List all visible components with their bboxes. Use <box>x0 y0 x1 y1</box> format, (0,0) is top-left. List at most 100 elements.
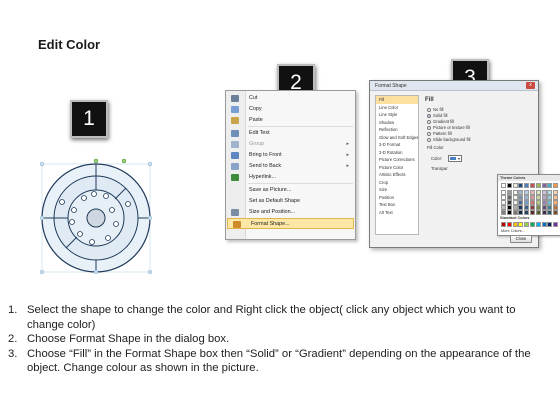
radio-dot-icon <box>427 107 431 112</box>
standard-color-swatch[interactable] <box>524 222 530 227</box>
category-line-color[interactable]: Line Color <box>376 104 418 112</box>
standard-color-swatch[interactable] <box>541 222 547 227</box>
standard-color-swatch[interactable] <box>518 222 524 227</box>
bring-front-icon <box>231 152 239 159</box>
circular-diagram[interactable] <box>36 158 156 278</box>
menu-item-set-as-default-shape[interactable]: Set as Default Shape <box>226 196 355 207</box>
close-icon[interactable]: x <box>526 82 535 89</box>
theme-colors-label: Theme Colors <box>498 175 560 181</box>
category-artistic-effects[interactable]: Artistic Effects <box>376 171 418 179</box>
radio-solid-fill[interactable]: Solid fill <box>427 113 447 118</box>
theme-color-swatch[interactable] <box>501 183 506 188</box>
instruction-text: Choose Format Shape in the dialog box. <box>27 333 230 345</box>
pane-title: Fill <box>425 97 434 103</box>
category-alt-text[interactable]: Alt Text <box>376 209 418 217</box>
radio-label: Picture or texture fill <box>433 125 471 130</box>
menu-item-label: Set as Default Shape <box>249 198 300 204</box>
category-shadow[interactable]: Shadow <box>376 119 418 127</box>
globe-icon <box>231 174 239 181</box>
menu-item-label: Hyperlink... <box>249 174 276 180</box>
category-line-style[interactable]: Line Style <box>376 111 418 119</box>
radio-gradient-fill[interactable]: Gradient fill <box>427 119 454 124</box>
menu-item-copy[interactable]: Copy <box>226 104 355 115</box>
theme-color-swatch[interactable] <box>518 183 524 188</box>
radio-label: Slide background fill <box>433 137 471 142</box>
category-3-d-rotation[interactable]: 3-D Rotation <box>376 149 418 157</box>
chevron-right-icon: ▸ <box>346 141 349 147</box>
instruction-list: 1. Select the shape to change the color a… <box>8 303 553 376</box>
category-glow-and-soft-edges[interactable]: Glow and Soft Edges <box>376 134 418 142</box>
menu-item-save-as-picture[interactable]: Save as Picture... <box>226 185 355 196</box>
standard-colors-label: Standard Colors <box>500 216 530 220</box>
paste-icon <box>231 117 239 124</box>
standard-color-swatch[interactable] <box>553 222 559 227</box>
menu-item-label: Copy <box>249 106 262 112</box>
category-picture-color[interactable]: Picture Color <box>376 164 418 172</box>
menu-item-label: Size and Position... <box>249 209 296 215</box>
theme-color-swatch[interactable] <box>530 183 535 188</box>
category-crop[interactable]: Crop <box>376 179 418 187</box>
standard-color-swatch[interactable] <box>506 222 512 227</box>
chevron-down-icon: ▾ <box>457 156 460 161</box>
theme-color-swatch[interactable] <box>506 183 512 188</box>
center-circle[interactable] <box>86 208 106 228</box>
radio-label: Gradient fill <box>433 119 455 124</box>
menu-item-edit-text[interactable]: Edit Text <box>226 128 355 139</box>
radio-no-fill[interactable]: No fill <box>427 107 443 112</box>
category-picture-corrections[interactable]: Picture Corrections <box>376 156 418 164</box>
category-3-d-format[interactable]: 3-D Format <box>376 141 418 149</box>
menu-item-format-shape[interactable]: Format Shape... <box>227 218 354 229</box>
radio-dot-icon <box>427 113 431 118</box>
theme-color-swatch[interactable] <box>535 183 541 188</box>
color-dropdown-button[interactable]: ▾ <box>448 155 462 162</box>
instruction-number: 1. <box>8 304 18 316</box>
category-text-box[interactable]: Text Box <box>376 201 418 209</box>
menu-item-label: Send to Back <box>249 163 282 169</box>
standard-color-swatch[interactable] <box>530 222 535 227</box>
standard-color-swatch[interactable] <box>501 222 506 227</box>
menu-item-label: Edit Text <box>249 130 270 136</box>
fill-color-label: Fill Color <box>427 145 444 150</box>
theme-color-swatch[interactable] <box>512 183 518 188</box>
menu-item-send-to-back[interactable]: Send to Back ▸ <box>226 161 355 172</box>
radio-label: No fill <box>433 107 444 112</box>
theme-color-swatch[interactable] <box>541 183 547 188</box>
category-reflection[interactable]: Reflection <box>376 126 418 134</box>
instruction-text: Choose “Fill” in the Format Shape box th… <box>27 347 531 375</box>
radio-slide-background-fill[interactable]: Slide background fill <box>427 137 470 142</box>
radio-dot-icon <box>427 119 431 124</box>
theme-color-swatch[interactable] <box>524 183 530 188</box>
theme-color-swatch[interactable] <box>553 183 559 188</box>
more-colors-link[interactable]: More Colors... <box>501 229 525 233</box>
menu-item-paste[interactable]: Paste <box>226 115 355 126</box>
menu-item-size-and-position[interactable]: Size and Position... <box>226 207 355 218</box>
category-size[interactable]: Size <box>376 186 418 194</box>
instruction-item: 3. Choose “Fill” in the Format Shape box … <box>8 347 553 376</box>
radio-picture-or-texture-fill[interactable]: Picture or texture fill <box>427 125 470 130</box>
instruction-item: 2. Choose Format Shape in the dialog box. <box>8 332 553 347</box>
selection-handles[interactable] <box>93 158 127 164</box>
copy-icon <box>231 106 239 113</box>
standard-color-swatch[interactable] <box>547 222 553 227</box>
radio-pattern-fill[interactable]: Pattern fill <box>427 131 452 136</box>
menu-item-cut[interactable]: Cut <box>226 93 355 104</box>
menu-item-hyperlink[interactable]: Hyperlink... <box>226 172 355 183</box>
menu-item-group[interactable]: Group ▸ <box>226 139 355 150</box>
fill-pane: Fill No fill Solid fill Gradient fill Pictu… <box>423 95 560 236</box>
standard-color-swatch[interactable] <box>535 222 541 227</box>
chevron-right-icon: ▸ <box>346 163 349 169</box>
standard-color-swatch[interactable] <box>512 222 518 227</box>
close-button[interactable]: Close <box>510 235 532 243</box>
transparency-label: Transpar <box>431 166 448 171</box>
category-list: Fill Line Color Line Style Shadow Reflection… <box>375 95 419 235</box>
category-fill[interactable]: Fill <box>376 96 418 104</box>
instruction-number: 2. <box>8 333 18 345</box>
menu-item-label: Group <box>249 141 264 147</box>
theme-color-swatch[interactable] <box>547 183 553 188</box>
menu-item-label: Format Shape... <box>251 221 290 227</box>
menu-item-bring-to-front[interactable]: Bring to Front ▸ <box>226 150 355 161</box>
menu-item-label: Bring to Front <box>249 152 282 158</box>
category-position[interactable]: Position <box>376 194 418 202</box>
format-shape-dialog: Format Shape x Fill Line Color Line Style S… <box>369 80 560 248</box>
instruction-text: Select the shape to change the color and… <box>27 304 516 331</box>
